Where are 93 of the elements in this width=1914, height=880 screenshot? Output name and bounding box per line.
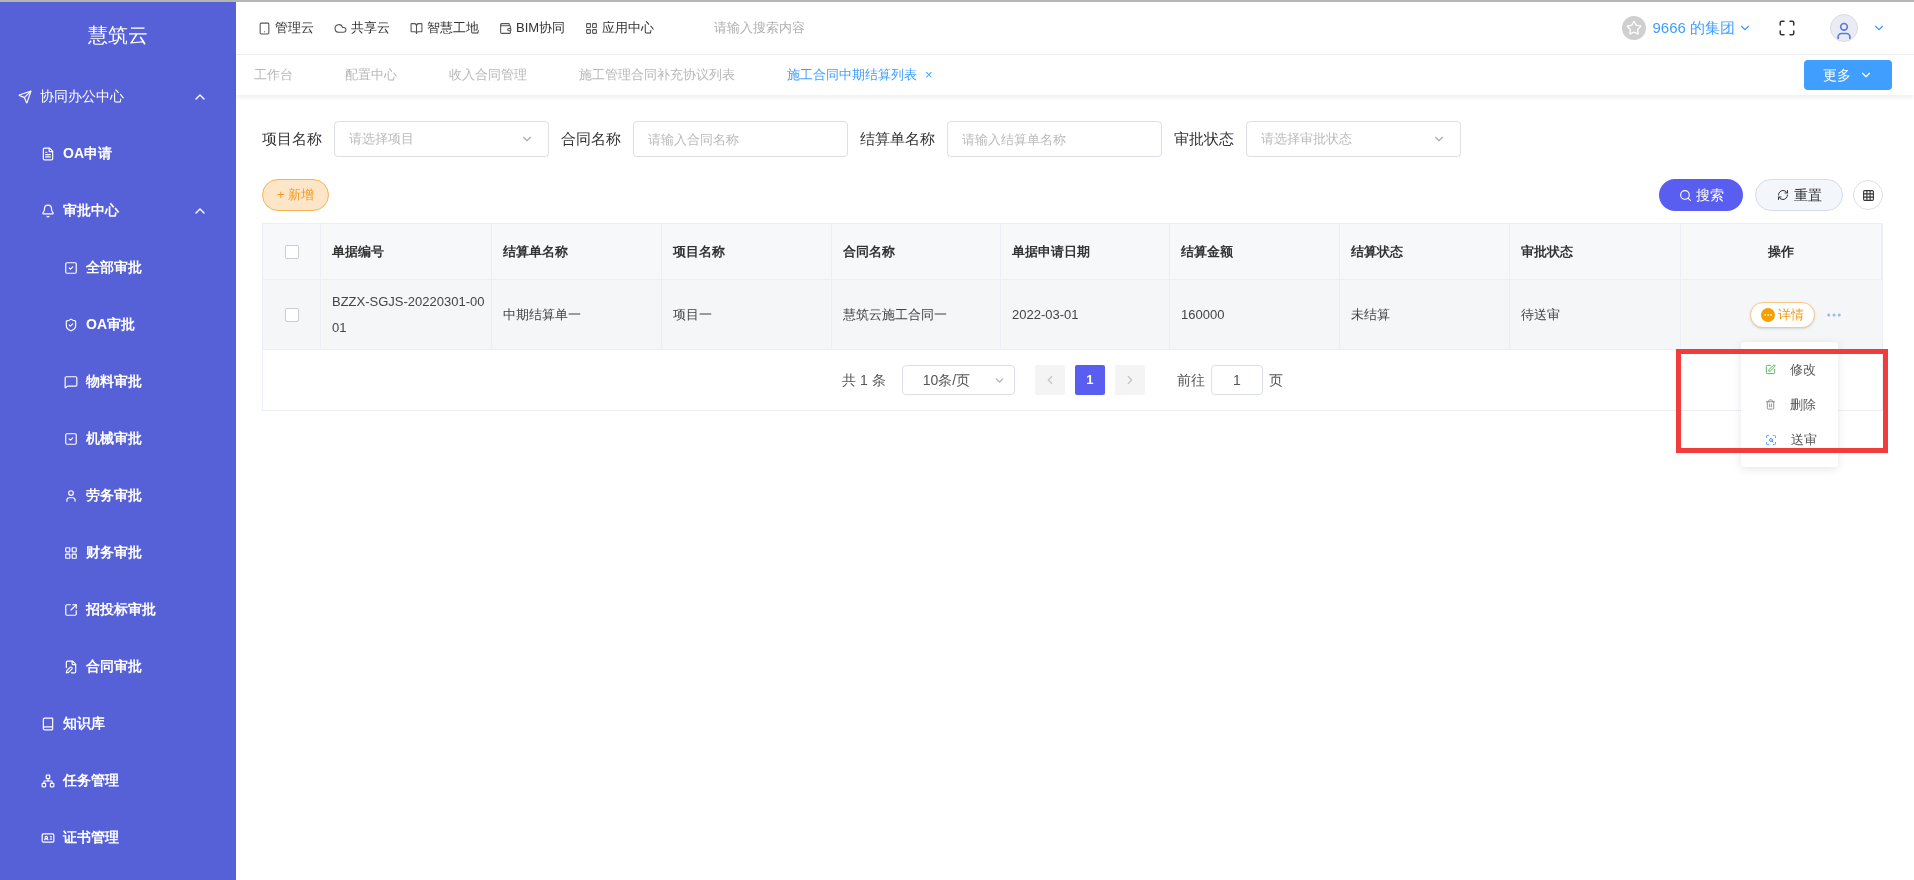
nav-link-icon [334,21,347,35]
sidebar-item[interactable]: OA申请 [0,125,236,182]
page-input[interactable]: 1 [1210,365,1263,395]
filter-label: 结算单名称 [860,128,935,149]
checkbox[interactable] [284,244,299,259]
filter-label: 项目名称 [262,128,322,149]
column-header: 合同名称 [843,242,895,261]
menu-item[interactable]: 修改 [1741,352,1838,387]
top-nav-link[interactable]: 共享云 [334,18,390,38]
top-nav-link[interactable]: BIM协同 [499,18,566,38]
sidebar-item-icon [64,431,78,446]
sidebar-item[interactable]: 审批中心 [0,182,236,239]
filter-label: 审批状态 [1174,128,1234,149]
close-icon[interactable]: × [925,65,933,85]
column-header: 结算金额 [1181,242,1233,261]
sidebar-item-icon [64,488,78,503]
column-header: 单据编号 [332,242,384,261]
search-icon [1678,188,1692,202]
table-cell-text: 慧筑云施工合同一 [843,305,947,324]
edit-icon [1765,364,1776,375]
total-count: 共 1 条 [842,370,886,390]
trash-icon [1765,399,1776,410]
sidebar-item[interactable]: 知识库 [0,695,236,752]
column-header: 结算单名称 [503,242,568,261]
column-header: 单据申请日期 [1012,242,1090,261]
sidebar-item[interactable]: 合同审批 [0,638,236,695]
menu-item[interactable]: 删除 [1741,387,1838,422]
top-nav-link[interactable]: 智慧工地 [410,18,479,38]
fullscreen-icon[interactable] [1778,19,1796,37]
sidebar-item-icon [64,260,78,275]
sidebar-item[interactable]: 物料审批 [0,353,236,410]
input-field[interactable]: 请输入结算单名称 [947,121,1162,157]
nav-link-icon [258,21,271,35]
table-cell-text: 160000 [1181,305,1225,324]
column-header: 审批状态 [1521,242,1573,261]
sidebar-item-icon [64,545,78,560]
input-field[interactable]: 请输入合同名称 [633,121,848,157]
sidebar-item[interactable]: 证书管理 [0,809,236,866]
search-button[interactable]: 搜索 [1659,179,1743,211]
goto-label: 前往 [1176,370,1205,390]
table-cell-text: 项目一 [673,305,712,324]
org-badge-icon [1622,16,1647,40]
search-field[interactable]: 请输入搜索内容 [714,18,975,38]
refresh-icon [1776,189,1789,201]
sidebar-item[interactable]: 财务审批 [0,524,236,581]
app-title: 慧筑云 [88,23,148,48]
sidebar-item-icon [41,773,55,788]
sidebar-item[interactable]: 任务管理 [0,752,236,809]
sidebar-item-icon [18,89,32,104]
table-cell-text: 中期结算单一 [503,305,581,324]
top-nav-link[interactable]: 应用中心 [585,18,655,38]
org-selector[interactable]: 9666 的集团 [1652,16,1752,40]
sidebar-item[interactable]: 机械审批 [0,410,236,467]
nav-link-icon [410,21,423,35]
more-button[interactable]: 更多 [1804,60,1892,90]
reset-button[interactable]: 重置 [1755,179,1843,211]
dots-icon [1761,307,1775,322]
sidebar-item[interactable]: 劳务审批 [0,467,236,524]
sidebar-item-icon [64,659,78,674]
sidebar-item-icon [64,602,78,617]
table-cell-text: 未结算 [1351,305,1390,324]
menu-item[interactable]: 送审 [1741,422,1838,457]
sidebar-item-icon [41,830,55,845]
sidebar-item[interactable]: 全部审批 [0,239,236,296]
column-header: 项目名称 [673,242,725,261]
column-header: 操作 [1768,242,1794,261]
sidebar-item-icon [41,146,55,161]
top-nav-link[interactable]: 管理云 [258,18,314,38]
sidebar-item-icon [41,203,55,218]
checkbox[interactable] [284,307,299,322]
person-icon [1834,21,1854,41]
sidebar-item-icon [64,317,78,332]
goto-suffix: 页 [1268,370,1283,390]
filter-label: 合同名称 [561,128,621,149]
sidebar-item-icon [64,374,78,389]
sidebar-item[interactable]: OA审批 [0,296,236,353]
nav-link-icon [585,21,599,35]
sidebar-item-icon [41,716,55,731]
table-cell-text: 2022-03-01 [1012,305,1079,324]
page-size-select[interactable]: 10条/页 [901,365,1015,395]
tab[interactable]: 施工合同中期结算列表 × [787,65,933,85]
prev-page-button[interactable] [1034,365,1065,395]
next-page-button[interactable] [1114,365,1145,395]
sidebar-item[interactable]: 招投标审批 [0,581,236,638]
nav-link-icon [499,21,512,35]
table-cell-text: BZZX-SGJS-20220301-0001 [332,292,485,337]
column-header: 结算状态 [1351,242,1403,261]
sidebar-item[interactable]: 协同办公中心 [0,68,236,125]
avatar[interactable] [1830,14,1858,42]
page-button[interactable]: 1 [1074,365,1105,395]
scan-icon [1765,433,1777,446]
table-cell-text: 待送审 [1521,305,1560,324]
grid-icon [1861,188,1875,202]
